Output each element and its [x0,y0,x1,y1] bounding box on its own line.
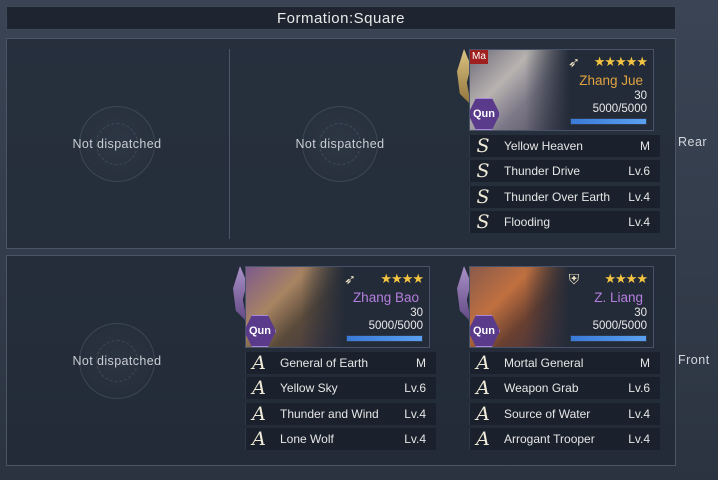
row-label-front: Front [678,353,710,367]
skill-list: S Yellow Heaven M S Thunder Drive Lv.6 S… [469,135,660,236]
skill-name: Mortal General [504,356,584,370]
skill-row[interactable]: A Arrogant Trooper Lv.4 [469,427,660,450]
troop-bar [570,335,647,342]
troop-bar-fill [347,336,422,341]
skill-row[interactable]: A Yellow Sky Lv.6 [245,377,436,400]
empty-slot-rear-1[interactable]: Not dispatched [7,39,227,248]
skill-row[interactable]: S Thunder Drive Lv.6 [469,160,660,183]
skill-row[interactable]: A Thunder and Wind Lv.4 [245,402,436,425]
row-label-rear: Rear [678,135,708,149]
skill-name: Yellow Sky [280,381,338,396]
skill-name: Yellow Heaven [504,139,583,153]
troop-bar-fill [571,119,646,124]
skill-level: Lv.4 [628,431,650,446]
faction-label: Qun [473,108,495,120]
skill-level: Lv.4 [628,406,650,421]
skill-list: A Mortal General M A Weapon Grab Lv.6 A … [469,352,660,453]
skill-level: M [416,356,426,370]
skill-grade: A [252,352,266,374]
general-card[interactable]: ⛨ ★★★★ Z. Liang 30 5000/5000 Qun [469,266,654,348]
skill-level: Lv.4 [404,406,426,421]
general-level: 30 [634,307,647,319]
star-rating: ★★★★ [380,271,424,286]
troop-bar [570,118,647,125]
star-rating: ★★★★★ [593,54,648,69]
general-card[interactable]: ➶ ★★★★ Zhang Bao 30 5000/5000 Qun [245,266,430,348]
skill-level: Lv.4 [404,431,426,446]
skill-grade: A [252,377,266,400]
skill-name: Arrogant Trooper [504,431,595,446]
skill-row[interactable]: S Yellow Heaven M [469,135,660,157]
skill-name: Source of Water [504,406,591,421]
skill-name: Weapon Grab [504,381,579,396]
general-name: Zhang Jue [579,73,643,88]
faction-label: Qun [473,325,495,337]
skill-row[interactable]: A Weapon Grab Lv.6 [469,377,660,400]
skill-name: Thunder and Wind [280,406,379,421]
skill-name: General of Earth [280,356,369,370]
skill-name: Lone Wolf [280,431,334,446]
skill-row[interactable]: S Flooding Lv.4 [469,210,660,233]
general-level: 30 [634,90,647,102]
skill-name: Thunder Drive [504,164,581,179]
skill-name: Flooding [504,214,551,229]
skill-grade: A [476,377,490,400]
star-rating: ★★★★ [604,271,648,286]
skill-level: Lv.4 [628,214,650,229]
skill-row[interactable]: A Lone Wolf Lv.4 [245,427,436,450]
skill-grade: S [476,185,490,208]
skill-row[interactable]: A Mortal General M [469,352,660,374]
empty-slot-label: Not dispatched [72,136,162,151]
skill-level: Lv.6 [628,164,650,179]
skill-level: Lv.6 [628,381,650,396]
skill-grade: S [476,210,490,233]
skill-row[interactable]: S Thunder Over Earth Lv.4 [469,185,660,208]
skill-grade: S [476,160,490,183]
bow-icon: ➶ [568,54,580,70]
troop-count: 5000/5000 [592,103,647,115]
empty-slot-front-1[interactable]: Not dispatched [7,256,227,465]
front-row: Not dispatched ➶ ★★★★ Zhang Bao 30 5000/… [6,255,676,466]
rear-row: Not dispatched Not dispatched Ma ➶ ★★★★★… [6,38,676,249]
troop-bar-fill [571,336,646,341]
formation-title: Formation:Square [276,9,406,27]
empty-slot-rear-2[interactable]: Not dispatched [230,39,450,248]
shield-icon: ⛨ [568,271,580,287]
empty-slot-label: Not dispatched [72,353,162,368]
troop-count: 5000/5000 [592,320,647,332]
troop-count: 5000/5000 [368,320,423,332]
troop-bar [346,335,423,342]
skill-level: M [640,356,650,370]
skill-grade: A [476,402,490,425]
skill-level: Lv.4 [628,189,650,204]
skill-grade: A [476,352,490,374]
skill-list: A General of Earth M A Yellow Sky Lv.6 A… [245,352,436,453]
skill-grade: A [252,402,266,425]
skill-grade: A [476,427,490,450]
general-name: Z. Liang [594,290,643,305]
skill-level: Lv.6 [404,381,426,396]
skill-grade: S [476,135,490,157]
skill-row[interactable]: A Source of Water Lv.4 [469,402,660,425]
empty-slot-label: Not dispatched [295,136,385,151]
general-name: Zhang Bao [352,290,419,305]
bow-icon: ➶ [344,271,356,287]
formation-title-bar: Formation:Square [6,6,676,30]
skill-grade: A [252,427,266,450]
faction-label: Qun [249,325,271,337]
skill-level: M [640,139,650,153]
general-tag: Ma [470,50,488,64]
skill-name: Thunder Over Earth [503,189,611,204]
general-level: 30 [410,307,423,319]
skill-row[interactable]: A General of Earth M [245,352,436,374]
general-card[interactable]: Ma ➶ ★★★★★ Zhang Jue 30 5000/5000 Qun [469,49,654,131]
